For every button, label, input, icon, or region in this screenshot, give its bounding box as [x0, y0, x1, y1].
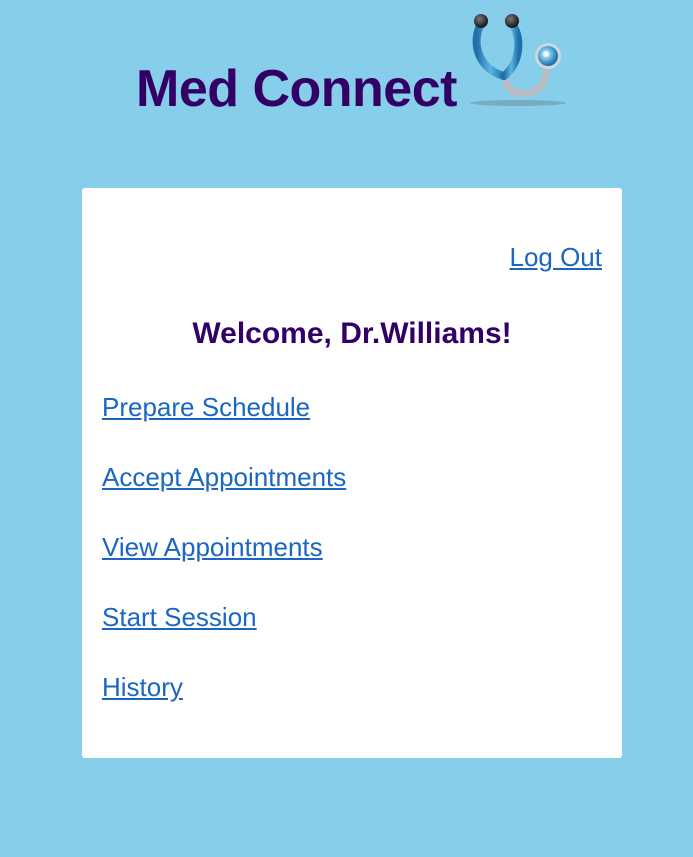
header: Med Connect: [0, 0, 693, 150]
nav-item: Prepare Schedule: [102, 390, 346, 460]
history-link[interactable]: History: [102, 670, 183, 704]
nav-item: History: [102, 670, 346, 740]
nav-list: Prepare Schedule Accept Appointments Vie…: [102, 390, 346, 740]
logout-link[interactable]: Log Out: [509, 240, 602, 274]
nav-item: View Appointments: [102, 530, 346, 600]
welcome-heading: Welcome, Dr.Williams!: [192, 317, 512, 350]
nav-item: Accept Appointments: [102, 460, 346, 530]
start-session-link[interactable]: Start Session: [102, 600, 257, 634]
prepare-schedule-link[interactable]: Prepare Schedule: [102, 390, 310, 424]
accept-appointments-link[interactable]: Accept Appointments: [102, 460, 346, 494]
app-title: Med Connect: [136, 60, 457, 118]
main-card: Log Out Welcome, Dr.Williams! Prepare Sc…: [82, 188, 622, 758]
nav-item: Start Session: [102, 600, 346, 670]
stethoscope-icon: [470, 14, 566, 106]
view-appointments-link[interactable]: View Appointments: [102, 530, 323, 564]
